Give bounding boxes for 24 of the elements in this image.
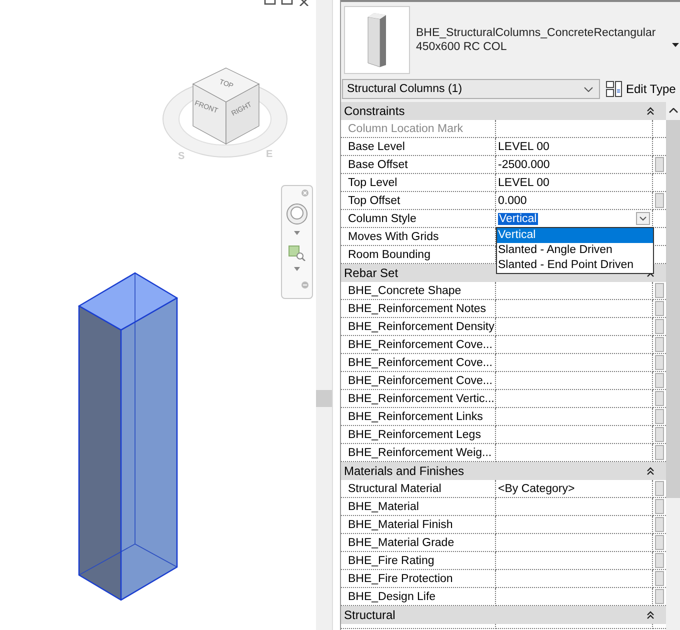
property-name: Base Level <box>341 138 496 156</box>
property-name: BHE_Material Finish <box>341 516 496 534</box>
property-name: BHE_Material Grade <box>341 534 496 552</box>
property-name: BHE_Material <box>341 498 496 516</box>
property-name: Base Offset <box>341 156 496 174</box>
property-name: BHE_Reinforcement Links <box>341 408 496 426</box>
property-name: BHE_Reinforcement Legs <box>341 426 496 444</box>
property-name: BHE_Concrete Shape <box>341 282 496 300</box>
property-name: Column Location Mark <box>341 120 496 138</box>
property-name: BHE_Fire Protection <box>341 570 496 588</box>
property-name: Moves With Grids <box>341 228 496 246</box>
family-name: BHE_StructuralColumns_ConcreteRectangular <box>416 27 656 39</box>
property-name: BHE_Reinforcement Cove... <box>341 372 496 390</box>
property-name: BHE_Reinforcement Cove... <box>341 354 496 372</box>
type-name: 450x600 RC COL <box>416 41 508 53</box>
property-name: BHE_Fire Rating <box>341 552 496 570</box>
property-name: BHE_Reinforcement Vertic... <box>341 390 496 408</box>
property-name: Top Offset <box>341 192 496 210</box>
property-name: Column Style <box>341 210 496 228</box>
property-name: Top Level <box>341 174 496 192</box>
property-name: Structural Material <box>341 480 496 498</box>
property-name: BHE_Reinforcement Cove... <box>341 336 496 354</box>
property-name: BHE_Reinforcement Density <box>341 318 496 336</box>
property-name: BHE_Reinforcement Notes <box>341 300 496 318</box>
